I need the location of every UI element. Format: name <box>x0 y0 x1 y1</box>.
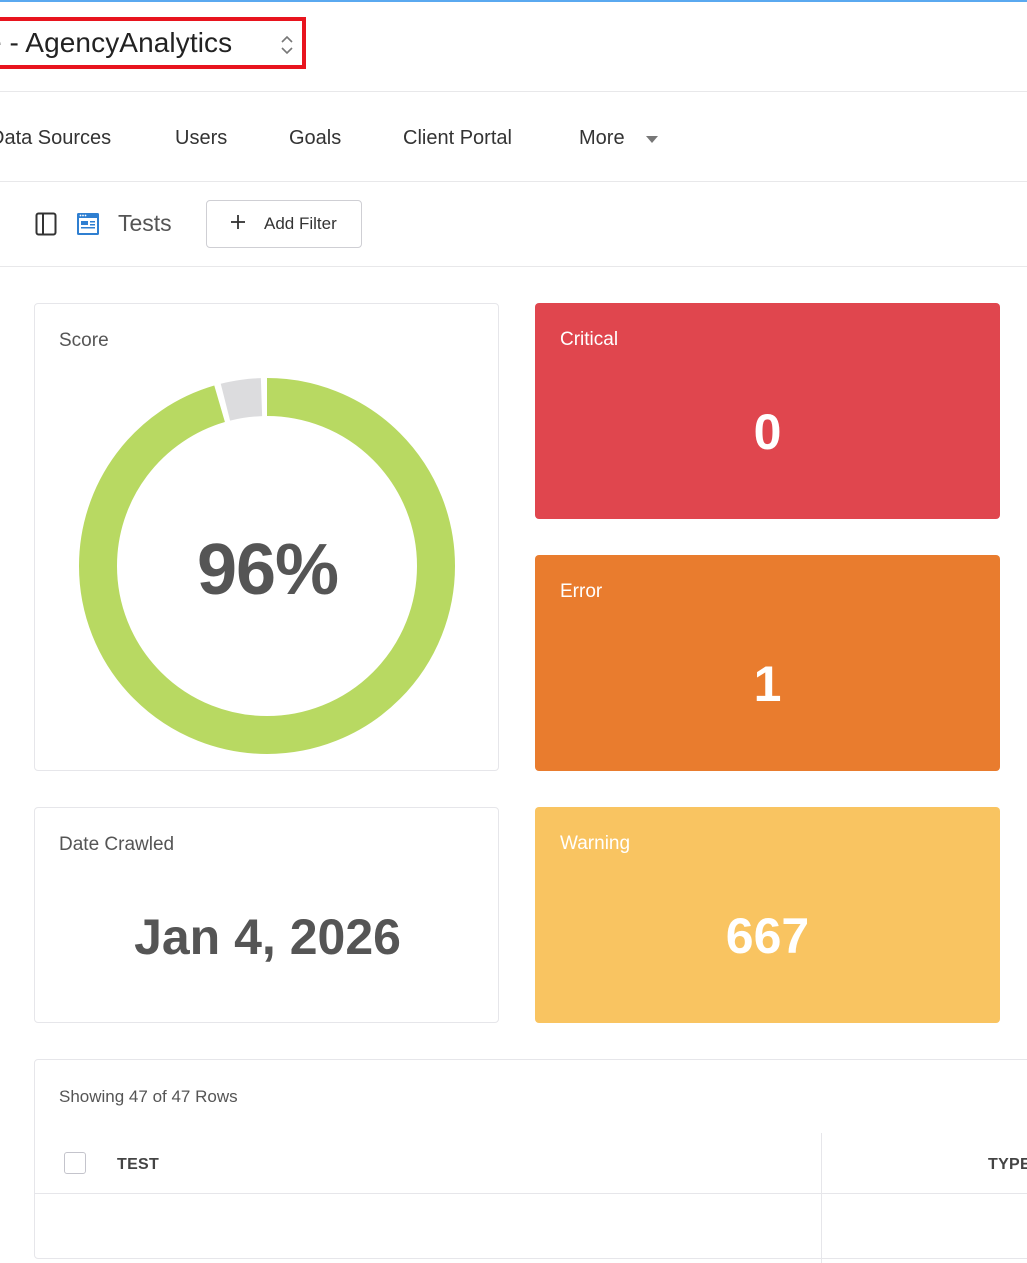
warning-label: Warning <box>560 833 631 854</box>
critical-label: Critical <box>560 329 619 350</box>
score-card: Score 96% <box>34 303 499 771</box>
plus-icon <box>231 215 245 229</box>
page-icon <box>77 213 99 235</box>
warning-card[interactable]: Warning 667 <box>535 807 1000 1023</box>
critical-card[interactable]: Critical 0 <box>535 303 1000 519</box>
date-crawled-value: Jan 4, 2026 <box>134 909 401 965</box>
score-value: 96% <box>196 530 339 610</box>
column-divider <box>821 1133 822 1263</box>
top-nav: Data Sources Users Goals Client Portal M… <box>0 92 1027 181</box>
title-highlight-box <box>0 17 306 69</box>
nav-item-users[interactable]: Users <box>175 127 227 150</box>
sidebar-toggle-icon[interactable] <box>35 212 57 236</box>
nav-item-goals[interactable]: Goals <box>289 127 341 150</box>
error-card[interactable]: Error 1 <box>535 555 1000 771</box>
add-filter-button[interactable]: Add Filter <box>206 200 362 248</box>
toolbar-divider <box>0 266 1027 267</box>
warning-value: 667 <box>725 908 810 964</box>
nav-item-client-portal[interactable]: Client Portal <box>403 127 512 150</box>
tests-table: Showing 47 of 47 Rows TEST TYPE <box>34 1059 1027 1263</box>
select-all-checkbox[interactable] <box>64 1152 86 1174</box>
error-label: Error <box>560 581 603 602</box>
top-accent-line <box>0 0 1027 2</box>
caret-down-icon[interactable] <box>645 134 659 144</box>
section-title: Tests <box>118 210 172 236</box>
column-header-type[interactable]: TYPE <box>988 1156 1027 1174</box>
error-value: 1 <box>753 656 782 712</box>
score-label: Score <box>59 330 109 351</box>
date-crawled-label: Date Crawled <box>59 834 175 855</box>
chevron-updown-icon[interactable] <box>278 34 296 56</box>
nav-item-data-sources[interactable]: Data Sources <box>0 127 111 150</box>
date-crawled-card: Date Crawled Jan 4, 2026 <box>34 807 499 1023</box>
column-header-test[interactable]: TEST <box>117 1156 159 1174</box>
nav-item-more[interactable]: More <box>579 127 625 150</box>
header-row-divider <box>35 1193 1027 1194</box>
rows-info: Showing 47 of 47 Rows <box>59 1087 238 1106</box>
add-filter-label: Add Filter <box>264 214 337 233</box>
critical-value: 0 <box>753 404 782 460</box>
nav-divider <box>0 181 1027 182</box>
